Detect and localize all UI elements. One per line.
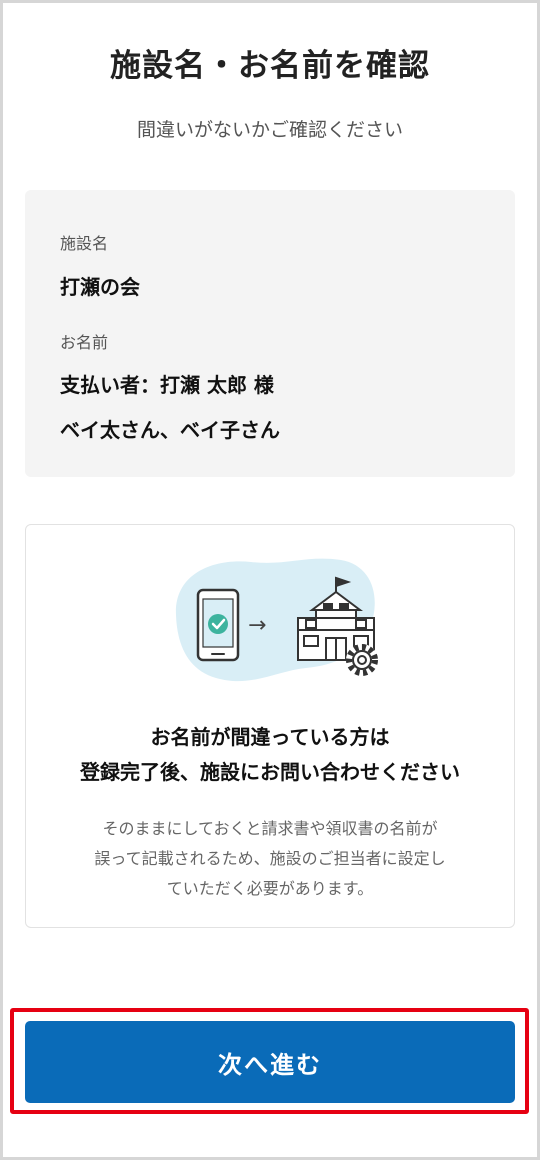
notice-body-line-2: 誤って記載されるため、施設のご担当者に設定し (94, 849, 446, 868)
notice-body-line-3: ていただく必要があります。 (166, 879, 374, 898)
illustration: → (175, 558, 378, 682)
notice-heading-line-2: 登録完了後、施設にお問い合わせください (80, 760, 460, 784)
next-button[interactable]: 次へ進む (25, 1021, 515, 1103)
notice-heading-line-1: お名前が間違っている方は (150, 725, 390, 749)
children-names-value: ベイ太さん、ベイ子さん (60, 418, 280, 442)
gear-icon (346, 644, 378, 676)
facility-name-value: 打瀬の会 (60, 275, 140, 299)
page-subtitle: 間違いがないかご確認ください (136, 119, 403, 141)
confirmation-info-card: 施設名 打瀬の会 お名前 支払い者：打瀬 太郎 様 ベイ太さん、ベイ子さん (25, 190, 515, 477)
name-label: お名前 (60, 333, 109, 352)
facility-name-label: 施設名 (60, 234, 109, 253)
payer-name-value: 支払い者：打瀬 太郎 様 (60, 373, 274, 397)
smartphone-check-icon (196, 588, 240, 662)
page-title: 施設名・お名前を確認 (110, 48, 430, 84)
arrow-right-icon: → (248, 613, 266, 638)
notice-body-line-1: そのままにしておくと請求書や領収書の名前が (102, 819, 438, 838)
name-error-notice-card: → お名前が間違っている方は 登録完了後、施設にお問い合わせください そのままに… (25, 524, 515, 928)
